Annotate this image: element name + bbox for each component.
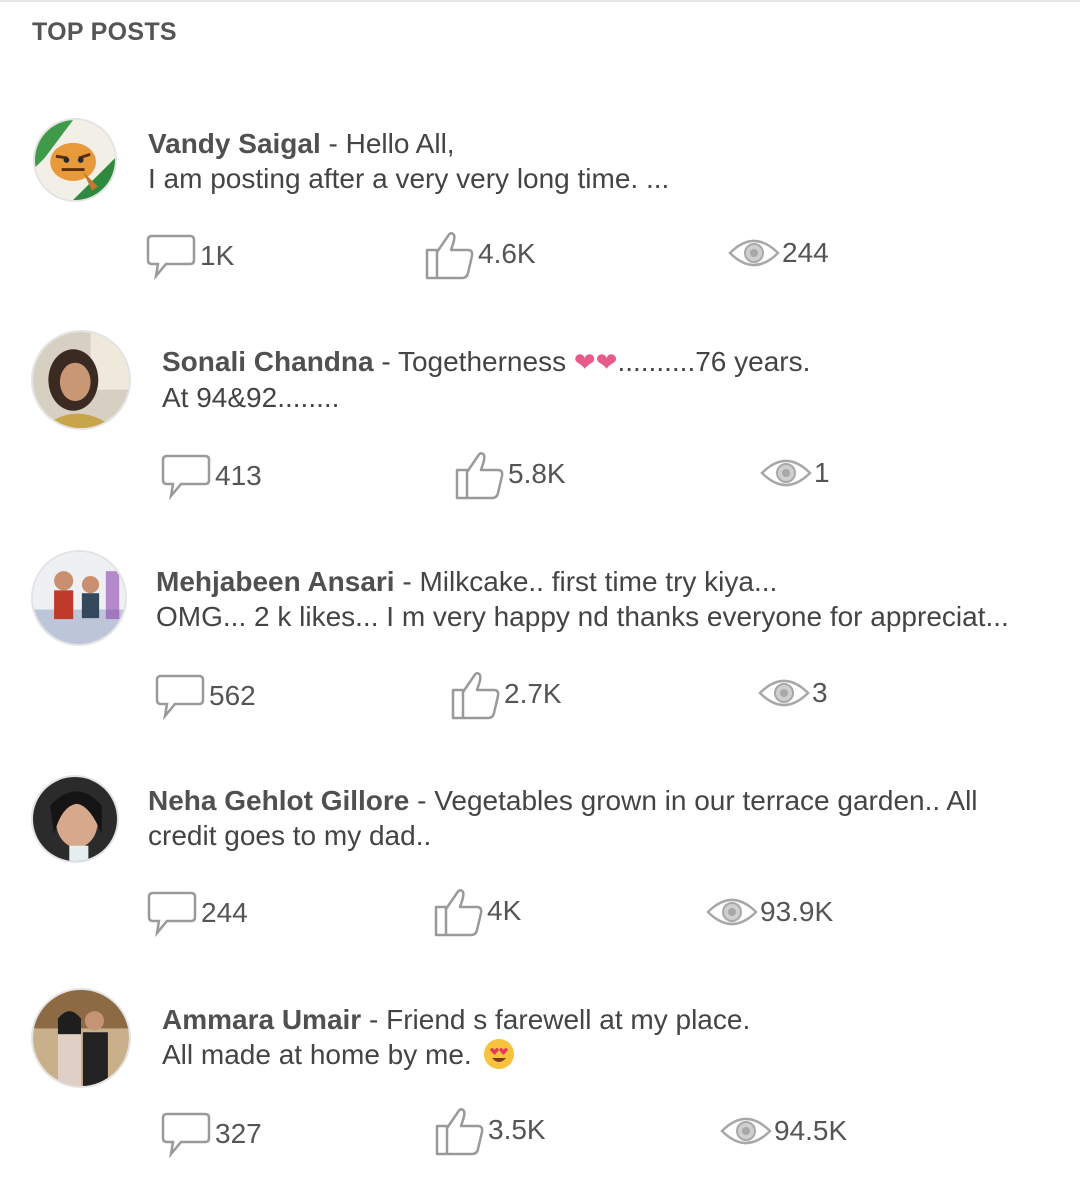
- post-item[interactable]: Mehjabeen Ansari - Milkcake.. first time…: [0, 550, 1080, 750]
- views-count: 93.9K: [760, 896, 834, 927]
- post-item[interactable]: Vandy Saigal - Hello All, I am posting a…: [0, 118, 1080, 318]
- author-name[interactable]: Ammara Umair: [162, 1004, 361, 1035]
- thumbs-up-icon: [435, 1108, 484, 1156]
- woman-avatar-image: [33, 777, 117, 861]
- avatar[interactable]: [33, 118, 117, 202]
- comments-count: 244: [201, 897, 248, 928]
- eye-icon: [720, 1117, 772, 1145]
- avatar[interactable]: [31, 330, 131, 430]
- views-count: 1: [814, 457, 830, 488]
- eye-icon: [760, 459, 812, 487]
- post-line-1: Mehjabeen Ansari - Milkcake.. first time…: [156, 566, 778, 597]
- heart-eyes-emoji-icon: [484, 1039, 515, 1069]
- eye-icon: [706, 898, 758, 926]
- views-stat[interactable]: 1: [760, 456, 830, 490]
- views-stat[interactable]: 94.5K: [720, 1114, 847, 1148]
- children-avatar-image: [33, 552, 125, 644]
- woman-avatar-image: [33, 332, 129, 428]
- post-text: Vandy Saigal - Hello All, I am posting a…: [148, 126, 1060, 196]
- comment-icon: [161, 1112, 211, 1159]
- post-item[interactable]: Ammara Umair - Friend s farewell at my p…: [0, 988, 1080, 1188]
- comment-icon: [146, 234, 196, 281]
- couple-avatar-image: [33, 990, 129, 1086]
- comments-stat[interactable]: 1K: [146, 230, 234, 282]
- eye-icon: [758, 679, 810, 707]
- post-title: Friend s farewell at my place.: [386, 1004, 751, 1035]
- likes-count: 3.5K: [488, 1114, 546, 1145]
- post-line-1: Vandy Saigal - Hello All,: [148, 128, 455, 159]
- likes-stat[interactable]: 5.8K: [454, 448, 566, 500]
- post-title: Vegetables grown in our terrace garden..…: [434, 785, 978, 816]
- comment-icon: [147, 891, 197, 938]
- likes-count: 4K: [487, 895, 522, 926]
- thumbs-up-icon: [434, 889, 483, 937]
- comments-stat[interactable]: 244: [147, 887, 248, 939]
- heart-emoji: ❤❤: [573, 347, 618, 377]
- post-line-1: Sonali Chandna - Togetherness ❤❤........…: [162, 346, 811, 377]
- likes-count: 4.6K: [478, 238, 536, 269]
- views-count: 94.5K: [774, 1115, 848, 1146]
- post-line-1: Ammara Umair - Friend s farewell at my p…: [162, 1004, 751, 1035]
- comments-count: 327: [215, 1118, 262, 1149]
- post-text: Neha Gehlot Gillore - Vegetables grown i…: [148, 783, 1060, 853]
- top-divider: [0, 0, 1080, 2]
- comments-stat[interactable]: 413: [161, 450, 262, 502]
- likes-count: 2.7K: [504, 678, 562, 709]
- avatar[interactable]: [31, 988, 131, 1088]
- likes-stat[interactable]: 3.5K: [434, 1104, 546, 1156]
- post-text: Ammara Umair - Friend s farewell at my p…: [162, 1002, 1060, 1072]
- post-text: Mehjabeen Ansari - Milkcake.. first time…: [156, 564, 1060, 634]
- post-line-2: OMG... 2 k likes... I m very happy nd th…: [156, 601, 1009, 632]
- likes-stat[interactable]: 2.7K: [450, 668, 562, 720]
- comments-stat[interactable]: 562: [155, 670, 256, 722]
- likes-count: 5.8K: [508, 458, 566, 489]
- post-title-continued: ..........76 years.: [617, 346, 811, 377]
- post-line-2: At 94&92........: [162, 382, 340, 413]
- avatar[interactable]: [31, 550, 127, 646]
- avatar[interactable]: [31, 775, 119, 863]
- post-line-1: Neha Gehlot Gillore - Vegetables grown i…: [148, 785, 978, 816]
- eye-icon: [728, 239, 780, 267]
- author-name[interactable]: Mehjabeen Ansari: [156, 566, 395, 597]
- comments-stat[interactable]: 327: [161, 1108, 262, 1160]
- post-item[interactable]: Neha Gehlot Gillore - Vegetables grown i…: [0, 775, 1080, 975]
- thumbs-up-icon: [425, 232, 474, 280]
- likes-stat[interactable]: 4K: [433, 885, 521, 937]
- section-title: TOP POSTS: [32, 18, 177, 46]
- post-title: Hello All,: [345, 128, 455, 159]
- post-line-2: I am posting after a very very long time…: [148, 163, 670, 194]
- comment-icon: [161, 454, 211, 501]
- comments-count: 1K: [200, 240, 235, 271]
- thumbs-up-icon: [451, 672, 500, 720]
- views-stat[interactable]: 93.9K: [706, 895, 833, 929]
- views-count: 244: [782, 237, 829, 268]
- author-name[interactable]: Vandy Saigal: [148, 128, 321, 159]
- views-stat[interactable]: 3: [758, 676, 828, 710]
- post-title: Milkcake.. first time try kiya...: [419, 566, 778, 597]
- comments-count: 413: [215, 460, 262, 491]
- comments-count: 562: [209, 680, 256, 711]
- post-line-2: All made at home by me.: [162, 1037, 1060, 1072]
- views-count: 3: [812, 677, 828, 708]
- likes-stat[interactable]: 4.6K: [424, 228, 536, 280]
- thumbs-up-icon: [455, 452, 504, 500]
- post-item[interactable]: Sonali Chandna - Togetherness ❤❤........…: [0, 330, 1080, 530]
- post-text: Sonali Chandna - Togetherness ❤❤........…: [162, 344, 1060, 415]
- views-stat[interactable]: 244: [728, 236, 829, 270]
- author-name[interactable]: Sonali Chandna: [162, 346, 374, 377]
- post-title: Togetherness: [397, 346, 574, 377]
- tiger-avatar-image: [35, 120, 115, 200]
- comment-icon: [155, 674, 205, 721]
- post-line-2: credit goes to my dad..: [148, 820, 432, 851]
- author-name[interactable]: Neha Gehlot Gillore: [148, 785, 409, 816]
